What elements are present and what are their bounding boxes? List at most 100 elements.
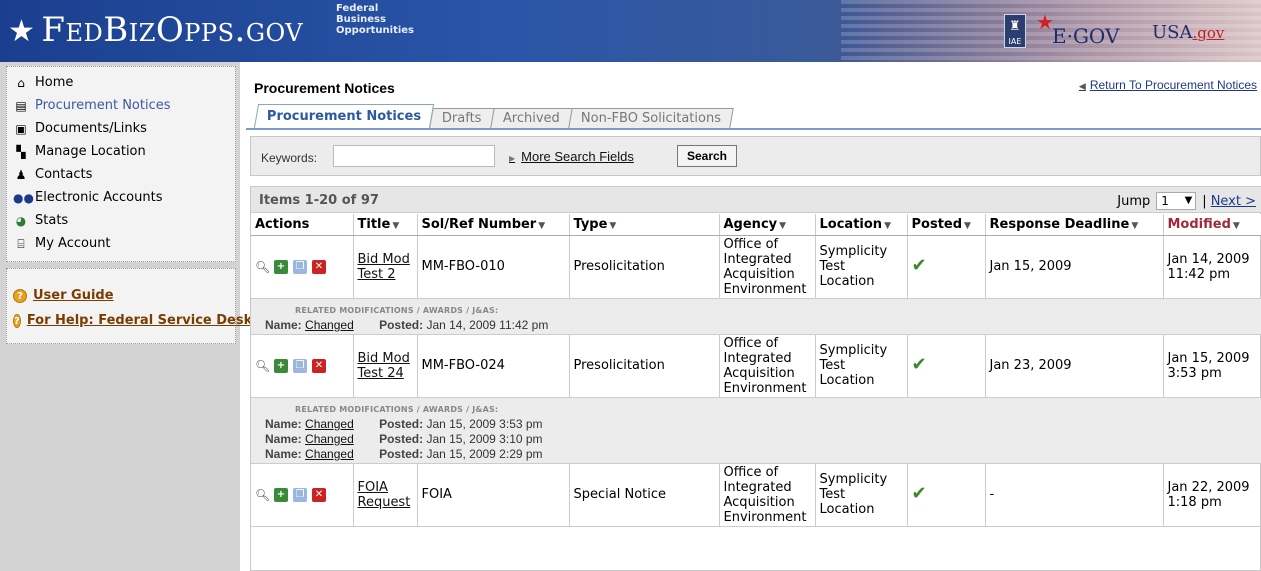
cell-posted: ✔ [907,463,986,527]
delete-icon[interactable]: ✕ [312,487,326,502]
iae-logo[interactable]: ♜ IAE [1004,14,1026,48]
table-row: 🔍︎ + ❐ ✕ Bid Mod Test 2 MM-FBO-010 Presolic… [251,235,1261,299]
related-row: RELATED MODIFICATIONS / AWARDS / J&AS: N… [251,298,1261,335]
column-header-location[interactable]: Location ▼ [815,214,908,236]
help-icon: ? [13,313,21,328]
checkmark-icon: ✔ [911,354,927,375]
add-icon[interactable]: + [274,358,288,373]
sidebar-item-contacts[interactable]: ♟ Contacts [13,163,235,186]
related-name-link[interactable]: Changed [305,318,354,332]
tab-archived[interactable]: Archived [489,108,573,128]
view-icon[interactable]: 🔍︎ [255,488,270,502]
name-label: Name: [265,317,302,332]
return-link[interactable]: ◀ Return To Procurement Notices [1079,78,1257,92]
keywords-input[interactable] [333,145,495,167]
column-label: Agency [723,216,778,232]
table-row: 🔍︎ + ❐ ✕ FOIA Request FOIA Special Notice O… [251,463,1261,527]
cell-title: Bid Mod Test 2 [353,235,418,299]
usagov-logo[interactable]: USA.gov [1152,22,1224,43]
related-posted: Posted: Jan 14, 2009 11:42 pm [379,318,548,332]
copy-icon[interactable]: ❐ [293,358,307,373]
cell-agency: Office of Integrated Acquisition Environ… [719,334,816,398]
sort-icon: ▼ [392,220,400,231]
column-header-type[interactable]: Type ▼ [569,214,720,236]
related-cell: RELATED MODIFICATIONS / AWARDS / J&AS: N… [251,298,1261,335]
add-icon[interactable]: + [274,259,288,274]
sidebar-item-home[interactable]: ⌂ Home [13,71,235,94]
column-header-posted[interactable]: Posted ▼ [907,214,986,236]
logo-text: FedBizOpps.gov [41,10,304,50]
sidebar-item-manage-location[interactable]: ▚ Manage Location [13,140,235,163]
keywords-label: Keywords: [261,151,318,165]
sidebar-item-procurement-notices[interactable]: ▤ Procurement Notices [13,94,235,117]
tab-non-fbo-solicitations[interactable]: Non-FBO Solicitations [567,108,734,128]
sidebar-item-my-account[interactable]: ⌸ My Account [13,232,235,255]
view-icon[interactable]: 🔍︎ [255,359,270,373]
related-item: Name: Changed Posted: Jan 15, 2009 3:53 … [265,417,1261,432]
column-header-title[interactable]: Title ▼ [353,214,418,236]
related-name-link[interactable]: Changed [305,417,354,431]
help-link-label: For Help: Federal Service Desk [26,313,253,328]
tab-drafts[interactable]: Drafts [429,108,495,128]
column-header-agency[interactable]: Agency ▼ [719,214,816,236]
column-label: Modified [1167,216,1231,232]
more-search-fields-link[interactable]: ▶ More Search Fields [509,149,634,164]
cell-sol-ref: FOIA [417,463,570,527]
location-icon: ▚ [16,144,26,159]
results-panel: Items 1-20 of 97 Jump 1 ▼ | Next > Action… [250,186,1261,571]
tab-bar: Procurement Notices Drafts Archived Non-… [253,104,734,128]
jump-select[interactable]: 1 ▼ [1156,192,1197,210]
sidebar-item-label: My Account [35,236,111,251]
notice-title-link[interactable]: Bid Mod Test 2 [358,252,410,282]
tab-label: Drafts [442,111,482,126]
help-link-label: User Guide [33,288,114,303]
copy-icon[interactable]: ❐ [293,487,307,502]
sidebar-item-label: Procurement Notices [35,98,171,113]
column-label: Type [573,216,608,232]
delete-icon[interactable]: ✕ [312,259,326,274]
copy-icon[interactable]: ❐ [293,259,307,274]
related-item: Name: Changed Posted: Jan 14, 2009 11:42… [265,318,1261,333]
cell-type: Presolicitation [569,334,720,398]
add-icon[interactable]: + [274,487,288,502]
notice-title-link[interactable]: FOIA Request [358,480,411,510]
cell-modified: Jan 15, 2009 3:53 pm [1163,334,1261,398]
logo-subtitle: Federal Business Opportunities [336,3,414,36]
usagov-label: USA [1152,22,1193,43]
user-guide-link[interactable]: ? User Guide [13,283,235,308]
notice-title-link[interactable]: Bid Mod Test 24 [358,351,410,381]
column-header-sol-ref[interactable]: Sol/Ref Number ▼ [417,214,570,236]
sort-icon: ▼ [609,220,617,231]
tab-label: Archived [502,111,560,126]
related-posted-date: Jan 15, 2009 2:29 pm [426,446,543,461]
documents-icon: ▣ [15,121,27,136]
table-row: 🔍︎ + ❐ ✕ Bid Mod Test 24 MM-FBO-024 Presoli… [251,334,1261,398]
related-posted: Posted: Jan 15, 2009 3:53 pm [379,417,542,431]
related-posted-date: Jan 15, 2009 3:10 pm [426,431,543,446]
notices-icon: ▤ [15,98,27,113]
related-name-link[interactable]: Changed [305,432,354,446]
related-name-link[interactable]: Changed [305,447,354,461]
column-label: Actions [255,216,310,232]
sidebar-item-label: Manage Location [35,144,146,159]
cell-agency: Office of Integrated Acquisition Environ… [719,235,816,299]
sidebar-item-electronic-accounts[interactable]: ●● Electronic Accounts [13,186,235,209]
view-icon[interactable]: 🔍︎ [255,260,270,274]
sort-icon: ▼ [964,220,971,231]
federal-service-desk-link[interactable]: ? For Help: Federal Service Desk [13,308,252,333]
column-header-response-deadline[interactable]: Response Deadline ▼ [985,214,1164,236]
fedbizopps-logo[interactable]: ★ FedBizOpps.gov [8,10,303,50]
next-page-link[interactable]: Next > [1211,194,1256,209]
column-header-modified[interactable]: Modified ▼ [1163,214,1261,236]
accounts-icon: ●● [13,190,34,205]
name-label: Name: [265,416,302,431]
delete-icon[interactable]: ✕ [312,358,326,373]
tab-procurement-notices[interactable]: Procurement Notices [253,104,435,128]
sidebar-item-stats[interactable]: ◕ Stats [13,209,235,232]
cell-deadline: Jan 15, 2009 [985,235,1164,299]
row-actions: 🔍︎ + ❐ ✕ [251,334,354,398]
search-button[interactable]: Search [677,145,737,167]
tab-label: Procurement Notices [266,109,422,124]
chevron-down-icon: ▼ [1184,195,1193,206]
sidebar-item-documents-links[interactable]: ▣ Documents/Links [13,117,235,140]
